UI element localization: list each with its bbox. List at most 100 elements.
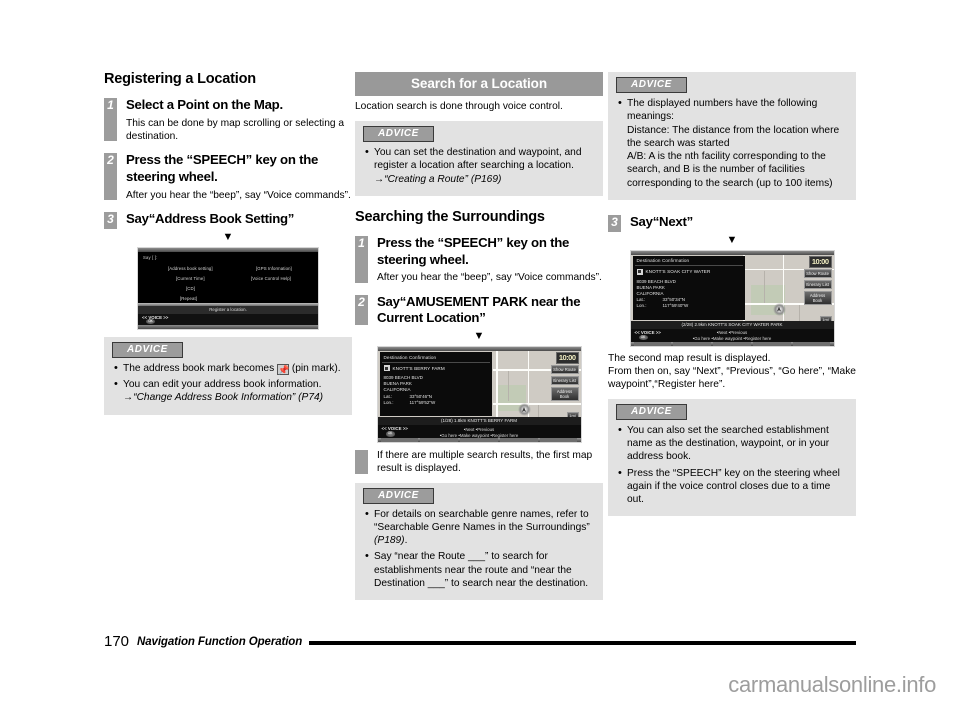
section-band-title: Search for a Location: [355, 72, 603, 96]
voice-command-panel: << VOICE >> OK •Next •Previous •Go here …: [377, 425, 581, 439]
map-side-buttons: Show Route Itinerary List Address Book: [803, 268, 832, 305]
vehicle-position-icon: [517, 403, 531, 417]
advice-reference-link[interactable]: “Change Address Book Information” (P74): [133, 392, 323, 403]
poi-name: KNOTT'S BERRY FARM: [392, 365, 445, 371]
section-intro-text: Location search is done through voice co…: [355, 101, 563, 112]
voice-options-line-1: •Next •Previous: [463, 426, 495, 432]
advice-text-post: (pin mark).: [289, 362, 341, 374]
voice-options-line-1: •Next •Previous: [716, 330, 748, 336]
say-prompt-label: Say [ ]:: [143, 254, 158, 260]
voice-command-panel: << VOICE >> OK •Next •Previous •Go here …: [630, 328, 834, 342]
clock-display: 10:00: [808, 255, 832, 268]
advice-tag: ADVICE: [363, 126, 434, 143]
advice-tag: ADVICE: [616, 77, 687, 93]
voice-cmd-gps-information: [GPS Information]: [256, 265, 292, 271]
advice-text: For details on searchable genre names, r…: [374, 508, 590, 533]
step-title: Say“AMUSEMENT PARK near the Current Loca…: [377, 293, 581, 326]
step-body: After you hear the “beep”, say “Voice co…: [377, 272, 602, 284]
show-route-button[interactable]: Show Route: [550, 365, 579, 375]
panel-title: Destination Confirmation: [636, 258, 690, 264]
address-book-button[interactable]: Address Book: [803, 290, 832, 305]
voice-cmd-current-time: [Current Time]: [176, 275, 205, 281]
step-item: 3 Say“Address Book Setting”: [104, 210, 352, 229]
advice-text: Say “near the Route ___” to search for e…: [374, 551, 589, 589]
address-book-button[interactable]: Address Book: [550, 387, 579, 402]
poi-row: KNOTT'S BERRY FARM: [380, 363, 492, 372]
column-search-for-a-location: Search for a Location Location search is…: [355, 72, 603, 609]
ok-button[interactable]: OK: [638, 334, 648, 341]
step-item: 2 Press the “SPEECH” key on the steering…: [104, 152, 352, 202]
itinerary-list-button[interactable]: Itinerary List: [803, 279, 832, 289]
poi-marker-icon: [636, 268, 643, 275]
destination-confirmation-screen-image-2: Destination Confirmation KNOTT'S SOAK CI…: [629, 249, 835, 347]
advice-item: The displayed numbers have the following…: [618, 96, 847, 190]
advice-tag: ADVICE: [616, 403, 687, 420]
column-registering-a-location: Registering a Location 1 Select a Point …: [104, 71, 352, 609]
footer-chapter-title: Navigation Function Operation: [137, 635, 303, 648]
step-body: If there are multiple search results, th…: [377, 450, 593, 475]
map-side-buttons: Show Route Itinerary List Address Book: [550, 365, 579, 402]
address-line: 8039 BEACH BLVD: [383, 375, 423, 381]
step-item: 3 Say“Next”: [608, 213, 856, 232]
subsection-title: Searching the Surroundings: [355, 208, 545, 225]
advice-box: ADVICE For details on searchable genre n…: [355, 482, 603, 601]
search-result-bar: (2/28) 2.9km KNOTT'S SOAK CITY WATER PAR…: [630, 320, 834, 329]
clock-display: 10:00: [555, 352, 579, 365]
search-result-bar: (1/28) 1.8km KNOTT'S BERRY FARM: [377, 417, 581, 426]
poi-row: KNOTT'S SOAK CITY WATER: [633, 266, 745, 275]
voice-cmd-repeat: [Repeat]: [180, 295, 198, 301]
advice-text: The address book mark becomes: [123, 362, 278, 374]
manual-page: Registering a Location 1 Select a Point …: [0, 0, 960, 708]
advice-item: Say “near the Route ___” to search for e…: [365, 549, 594, 590]
voice-cmd-address-book-setting: [Address book setting]: [168, 265, 213, 271]
show-route-button[interactable]: Show Route: [803, 268, 832, 278]
map-road-minor: [763, 270, 765, 303]
footer-rule: [309, 641, 856, 645]
longitude-row: Lon.: 117°59'52"W: [380, 400, 492, 406]
address-line: 8039 BEACH BLVD: [636, 278, 676, 284]
itinerary-list-button[interactable]: Itinerary List: [550, 376, 579, 386]
panel-title: Destination Confirmation: [383, 354, 437, 360]
map-road-minor: [507, 371, 509, 402]
step-item: 2 Say“AMUSEMENT PARK near the Current Lo…: [355, 294, 603, 328]
advice-text-post: .: [404, 535, 408, 547]
longitude-value: 117°59'52"W: [409, 399, 436, 405]
advice-text: The displayed numbers have the following…: [627, 98, 840, 189]
advice-reference-link[interactable]: “Creating a Route” (P169): [384, 174, 501, 185]
page-footer: 170 Navigation Function Operation: [104, 633, 856, 650]
step-title: Say“Next”: [630, 213, 693, 229]
step-body: This can be done by map scrolling or sel…: [126, 117, 345, 142]
down-arrow-icon: ▼: [473, 330, 485, 343]
step-body: After you hear the “beep”, say “Voice co…: [126, 189, 351, 201]
step-title: Press the “SPEECH” key on the steering w…: [126, 152, 319, 184]
column-next-result: ADVICE The displayed numbers have the fo…: [608, 72, 856, 609]
advice-item: You can also set the searched establishm…: [618, 423, 847, 464]
destination-confirmation-screen-image-1: Destination Confirmation KNOTT'S BERRY F…: [376, 346, 582, 444]
poi-marker-icon: [383, 365, 390, 372]
advice-item: For details on searchable genre names, r…: [365, 507, 594, 548]
destination-info-panel: Destination Confirmation KNOTT'S BERRY F…: [379, 352, 492, 417]
ok-button[interactable]: OK: [146, 318, 155, 325]
advice-reference-link[interactable]: (P189): [374, 535, 405, 546]
step-number-badge: 1: [355, 235, 368, 283]
screen-status-text: Register a location.: [138, 305, 318, 314]
longitude-label: Lon.:: [383, 399, 394, 405]
step-continuation: If there are multiple search results, th…: [355, 449, 603, 476]
step-title: Say“Address Book Setting”: [126, 210, 295, 226]
down-arrow-icon: ▼: [222, 230, 234, 243]
advice-box: ADVICE The address book mark becomes 📌 (…: [104, 336, 352, 415]
advice-box: ADVICE You can also set the searched est…: [608, 398, 856, 517]
longitude-value: 117°59'40"W: [662, 303, 689, 309]
voice-options-line-2: •Go here •Make waypoint •Register here: [439, 432, 519, 438]
voice-status-area: << VOICE >> OK: [138, 313, 318, 325]
step-number-badge: 2: [355, 294, 368, 326]
hardware-button-strip: [377, 438, 581, 443]
ok-button[interactable]: OK: [385, 431, 395, 437]
page-title: Registering a Location: [104, 71, 256, 87]
result-description-text: The second map result is displayed. From…: [608, 352, 856, 391]
voice-cmd-voice-control-help: [Voice Control Help]: [251, 275, 291, 281]
step-number-badge: 2: [104, 153, 117, 200]
step-title: Select a Point on the Map.: [126, 96, 283, 112]
step-item: 1 Select a Point on the Map. This can be…: [104, 97, 352, 143]
step-continuation-bar: [355, 450, 368, 474]
